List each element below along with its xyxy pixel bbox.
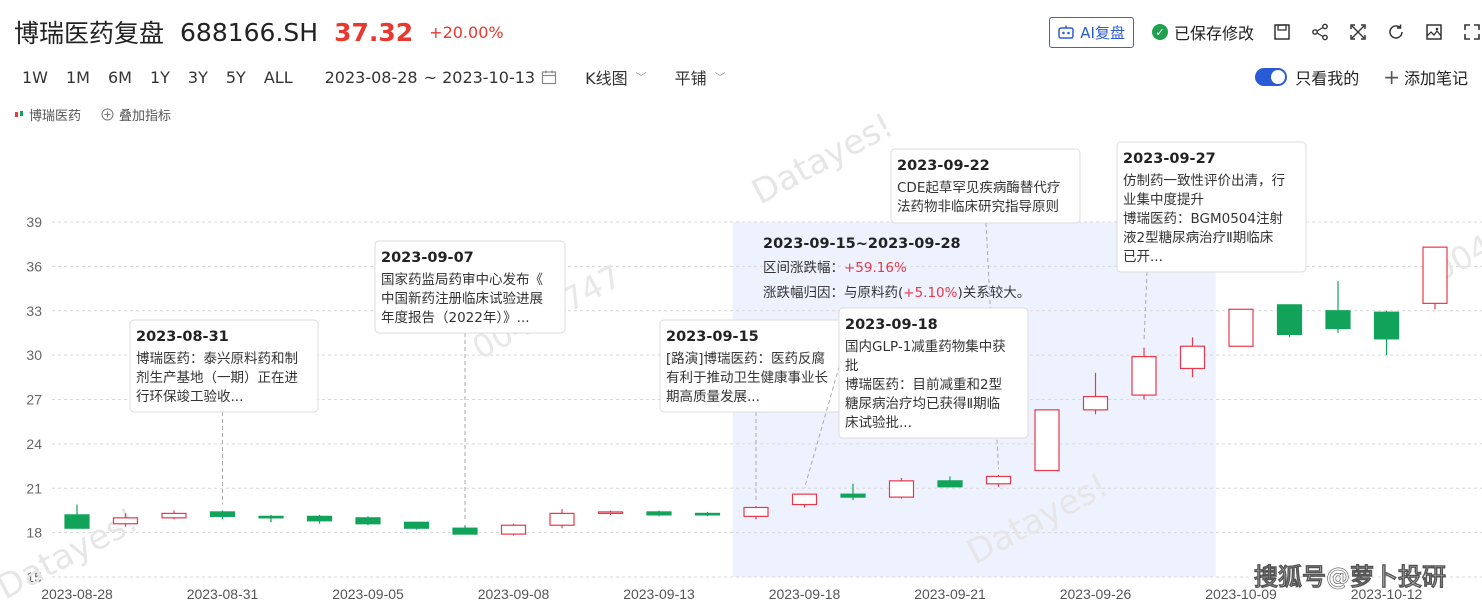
candle-body	[1422, 246, 1448, 304]
candle-body	[888, 480, 915, 498]
watermark-brand: Datayes!	[745, 106, 899, 213]
y-tick-label: 18	[26, 525, 42, 541]
range-note-attribution: 涨跌幅归因：与原料药(+5.10%)关系较大。	[763, 284, 1030, 301]
annotation-date: 2023-08-31	[136, 329, 229, 345]
candle-body	[597, 511, 624, 515]
annotation-text: 行环保竣工验收...	[136, 389, 243, 405]
y-tick-label: 27	[26, 392, 42, 408]
candle-body	[1082, 395, 1109, 411]
y-tick-label: 21	[26, 480, 42, 496]
candle-body	[840, 493, 866, 498]
x-tick-label: 2023-09-18	[769, 586, 841, 602]
candle-body	[646, 511, 672, 516]
candle-body	[64, 514, 90, 529]
candle-body	[1131, 356, 1157, 396]
candle-body	[161, 512, 187, 519]
candle-body	[1179, 345, 1206, 370]
annotation-text: 国内GLP-1减重药物集中获	[845, 339, 1006, 355]
candlestick-chart[interactable]: 151821242730333639Datayes!Datayes!Dataye…	[0, 0, 1482, 607]
range-note-change: 区间涨跌幅：+59.16%	[763, 260, 907, 276]
candle-body	[306, 515, 333, 522]
candle-body	[403, 521, 430, 529]
annotation-text: CDE起草罕见疾病酶替代疗	[897, 180, 1060, 196]
x-tick-label: 2023-09-05	[332, 586, 404, 602]
candle-body	[1034, 409, 1060, 472]
y-tick-label: 39	[26, 214, 42, 230]
annotation-date: 2023-09-22	[897, 158, 990, 174]
annotation-text: 年度报告（2022年）》...	[381, 310, 529, 326]
x-tick-label: 2023-09-13	[623, 586, 695, 602]
annotation-text: 糖尿病治疗均已获得Ⅱ期临	[845, 395, 1000, 412]
annotation-text: 国家药监局药审中心发布《	[381, 271, 543, 288]
annotation-text: 床试验批...	[845, 415, 912, 431]
annotation-text: 博瑞医药：BGM0504注射	[1123, 210, 1283, 227]
candle-body	[985, 475, 1012, 485]
x-tick-label: 2023-08-31	[187, 586, 259, 602]
annotation-text: 法药物非临床研究指导原则	[897, 199, 1059, 215]
annotation-date: 2023-09-15	[666, 329, 759, 345]
candle-body	[791, 493, 818, 506]
candle-body	[355, 517, 381, 525]
annotation-text: 剂生产基地（一期）正在进	[136, 369, 298, 386]
annotation-text: 博瑞医药：目前减重和2型	[845, 376, 1002, 393]
candle-body	[1276, 304, 1303, 336]
candle-body	[743, 506, 769, 517]
annotation-text: 期高质量发展...	[666, 388, 760, 405]
annotation-text: 已开...	[1123, 249, 1163, 265]
annotation-note[interactable]: 2023-09-07 国家药监局药审中心发布《中国新药注册临床试验进展年度报告（2…	[374, 240, 566, 520]
y-tick-label: 24	[26, 436, 42, 452]
x-tick-label: 2023-08-28	[41, 586, 113, 602]
annotation-text: 中国新药注册临床试验进展	[381, 291, 543, 307]
candle-body	[1228, 308, 1254, 347]
x-tick-label: 2023-09-08	[478, 586, 550, 602]
y-tick-label: 36	[26, 258, 42, 274]
x-tick-label: 2023-09-21	[914, 586, 986, 602]
range-note-title: 2023-09-15~2023-09-28	[763, 236, 961, 252]
annotation-date: 2023-09-18	[845, 317, 938, 333]
annotation-date: 2023-09-27	[1123, 151, 1216, 167]
candle-body	[500, 524, 527, 535]
annotation-text: 有利于推动卫生健康事业长	[666, 369, 828, 386]
y-tick-label: 30	[26, 347, 42, 363]
candle-body	[694, 512, 721, 516]
annotation-note[interactable]: 2023-08-31 博瑞医药：泰兴原料药和制剂生产基地（一期）正在进行环保竣工验…	[129, 319, 319, 505]
annotation-date: 2023-09-07	[381, 250, 474, 266]
candle-body	[1325, 310, 1351, 330]
candle-body	[452, 527, 478, 535]
candle-body	[209, 511, 236, 517]
x-tick-label: 2023-09-26	[1060, 586, 1132, 602]
candle-body	[937, 480, 963, 488]
annotation-text: 液2型糖尿病治疗Ⅱ期临床	[1123, 230, 1274, 246]
candle-body	[1373, 311, 1400, 340]
site-watermark: 搜狐号@萝卜投研	[1254, 563, 1446, 591]
annotation-text: 批	[845, 358, 859, 374]
annotation-text: 仿制药一致性评价出清，行	[1123, 173, 1285, 189]
y-tick-label: 33	[26, 303, 42, 319]
candle-body	[258, 515, 284, 519]
candle-body	[112, 517, 139, 525]
annotation-text: [路演]博瑞医药：医药反腐	[666, 350, 825, 367]
annotation-text: 博瑞医药：泰兴原料药和制	[136, 350, 298, 367]
candle-body	[549, 512, 575, 526]
annotation-text: 业集中度提升	[1123, 192, 1204, 208]
